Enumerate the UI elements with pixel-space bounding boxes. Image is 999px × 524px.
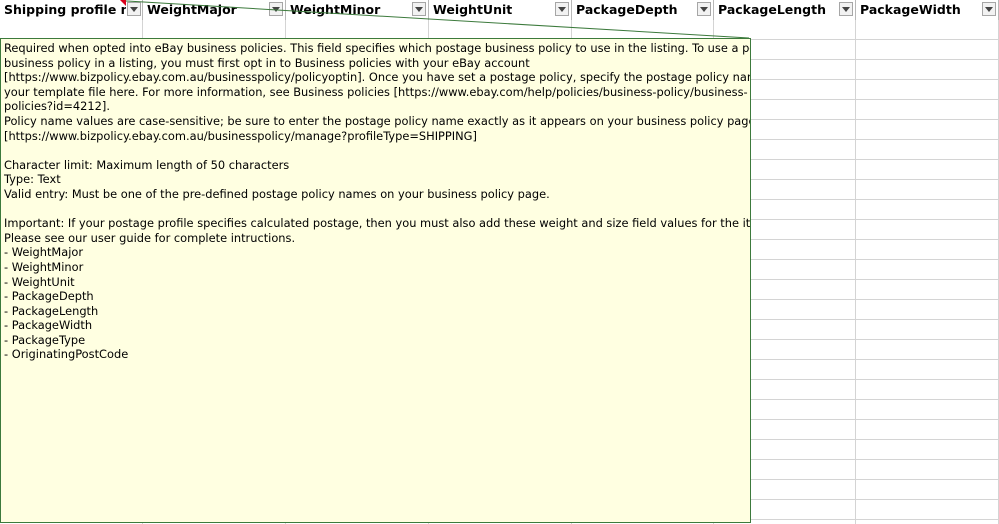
comment-text-line: - PackageWidth xyxy=(4,318,93,333)
comment-text-line: [https://www.bizpolicy.ebay.com.au/busin… xyxy=(4,70,751,85)
comment-text-line: Valid entry: Must be one of the pre-defi… xyxy=(4,186,550,201)
comment-text-line: Important: If your postage profile speci… xyxy=(4,216,751,231)
cell-comment-box[interactable]: Required when opted into eBay business p… xyxy=(0,38,751,523)
comment-text-line: - PackageLength xyxy=(4,303,99,318)
comment-text-line: your template file here. For more inform… xyxy=(4,84,748,99)
comment-text-line: Policy name values are case-sensitive; b… xyxy=(4,113,751,128)
comment-text-line: [https://www.bizpolicy.ebay.com.au/busin… xyxy=(4,128,477,143)
comment-text-line: Character limit: Maximum length of 50 ch… xyxy=(4,157,290,172)
comment-text-line: policies?id=4212]. xyxy=(4,99,110,114)
comment-text-line: Type: Text xyxy=(4,172,61,187)
comment-text-line: Please see our user guide for complete i… xyxy=(4,230,296,245)
spreadsheet[interactable]: Shipping profile nam WeightMajor WeightM… xyxy=(0,0,999,524)
comment-text-line xyxy=(4,143,747,158)
comment-text-line: business policy in a listing, you must f… xyxy=(4,55,530,70)
comment-text-line: - WeightMinor xyxy=(4,259,84,274)
comment-text-line: - WeightMajor xyxy=(4,245,84,260)
comment-text-line: - PackageType xyxy=(4,332,86,347)
comment-text-line xyxy=(4,202,747,217)
comment-text-line: - WeightUnit xyxy=(4,274,75,289)
comment-text-line: - PackageDepth xyxy=(4,289,94,304)
comment-text-line: - OriginatingPostCode xyxy=(4,347,129,362)
comment-text-line: Required when opted into eBay business p… xyxy=(4,41,751,55)
